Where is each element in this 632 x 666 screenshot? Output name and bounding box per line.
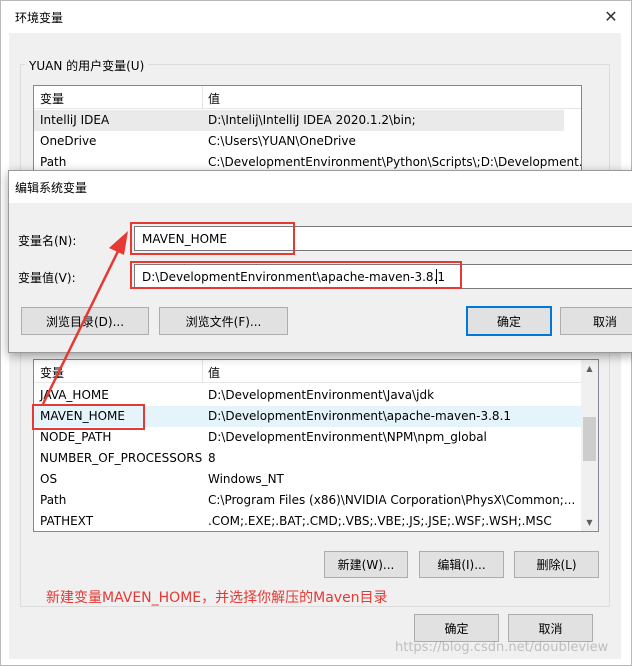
- annotation-arrow: [41, 231, 128, 405]
